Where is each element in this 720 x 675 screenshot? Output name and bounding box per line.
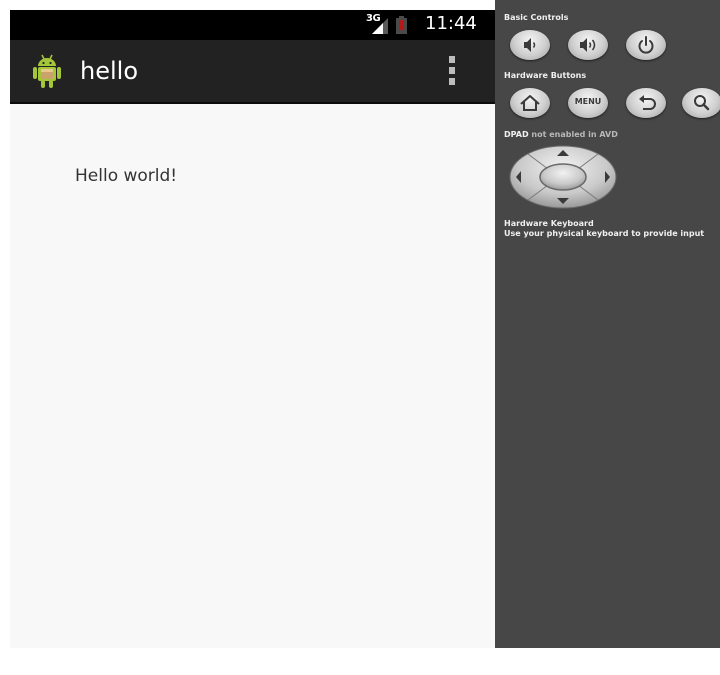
hardware-buttons-label: Hardware Buttons bbox=[504, 71, 587, 80]
main-content: Hello world! bbox=[10, 104, 495, 648]
home-icon bbox=[520, 95, 540, 111]
volume-up-icon bbox=[580, 38, 596, 52]
status-clock: 11:44 bbox=[425, 13, 477, 34]
battery-low-icon bbox=[396, 16, 407, 34]
overflow-dot bbox=[449, 56, 455, 63]
overflow-menu-icon[interactable] bbox=[442, 55, 462, 87]
emulator-controls-panel: Basic Controls Hardware Buttons MENU DPA… bbox=[495, 0, 720, 648]
back-icon bbox=[639, 95, 656, 110]
menu-button[interactable]: MENU bbox=[568, 88, 608, 118]
overflow-dot bbox=[449, 78, 455, 85]
overflow-dot bbox=[449, 67, 455, 74]
dpad-note: not enabled in AVD bbox=[531, 130, 618, 139]
back-button[interactable] bbox=[626, 88, 666, 118]
action-bar: hello bbox=[10, 40, 495, 104]
hello-world-text: Hello world! bbox=[75, 166, 178, 186]
dpad-label: DPAD not enabled in AVD bbox=[504, 130, 618, 139]
power-icon bbox=[638, 36, 654, 54]
phone-screen: 3G 11:44 hello Hello world! bbox=[10, 10, 495, 648]
signal-bars-icon bbox=[372, 18, 388, 34]
volume-down-button[interactable] bbox=[510, 30, 550, 60]
android-robot-icon[interactable] bbox=[32, 53, 62, 89]
status-bar: 3G 11:44 bbox=[10, 10, 495, 40]
dpad-title: DPAD bbox=[504, 130, 529, 139]
search-icon bbox=[694, 95, 710, 111]
home-button[interactable] bbox=[510, 88, 550, 118]
basic-controls-label: Basic Controls bbox=[504, 13, 569, 22]
app-title: hello bbox=[80, 57, 138, 85]
volume-up-button[interactable] bbox=[568, 30, 608, 60]
hardware-keyboard-note: Use your physical keyboard to provide in… bbox=[504, 229, 705, 238]
dpad-control bbox=[509, 145, 617, 209]
hardware-keyboard-label: Hardware Keyboard bbox=[504, 219, 594, 228]
volume-down-icon bbox=[524, 38, 536, 52]
menu-button-label: MENU bbox=[574, 97, 602, 106]
power-button[interactable] bbox=[626, 30, 666, 60]
search-button[interactable] bbox=[682, 88, 720, 118]
dpad-center-button[interactable] bbox=[539, 163, 587, 191]
emulator-window: 3G 11:44 hello Hello world! Basic Contro… bbox=[0, 0, 720, 675]
